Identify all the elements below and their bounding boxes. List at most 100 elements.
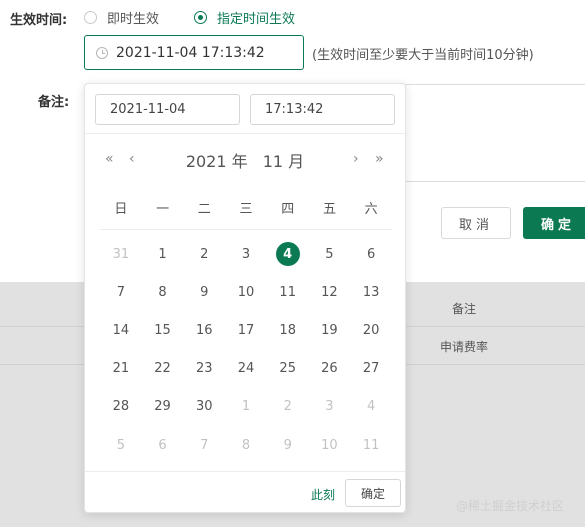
day-number: 10 xyxy=(237,284,255,300)
day-cell[interactable]: 8 xyxy=(225,426,267,464)
weekday-label: 五 xyxy=(322,202,336,217)
day-number: 9 xyxy=(283,437,292,453)
day-cell[interactable]: 1 xyxy=(142,235,184,273)
table-header-remark: 备注 xyxy=(451,302,476,316)
day-number: 5 xyxy=(116,437,125,453)
picker-year[interactable]: 2021 年 xyxy=(186,152,248,171)
weekday-label: 二 xyxy=(197,202,211,217)
picker-date-input[interactable]: 2021-11-04 xyxy=(95,94,240,125)
day-number: 9 xyxy=(200,284,209,300)
day-number: 11 xyxy=(362,437,380,453)
cancel-button[interactable]: 取消 xyxy=(441,207,511,239)
day-cell[interactable]: 21 xyxy=(100,350,142,388)
day-grid: 31 1 2 3 4 5 6 7 8 9 10 11 12 13 14 15 16 17 18 19 20 21 22 23 2… xyxy=(100,235,392,464)
day-cell[interactable]: 28 xyxy=(100,388,142,426)
watermark: @稀土掘金技术社区 xyxy=(456,499,565,513)
day-cell[interactable]: 2 xyxy=(183,235,225,273)
day-cell[interactable]: 22 xyxy=(142,350,184,388)
next-year-icon[interactable]: » xyxy=(375,151,384,167)
day-cell[interactable]: 1 xyxy=(225,388,267,426)
day-cell[interactable]: 29 xyxy=(142,388,184,426)
weekday-header: 日 一 二 三 四 五 六 xyxy=(100,198,392,217)
picker-title: 2021 年 11 月 xyxy=(165,148,325,172)
day-number: 15 xyxy=(154,322,171,338)
day-number: 13 xyxy=(362,284,380,300)
day-cell[interactable]: 7 xyxy=(100,273,142,311)
day-cell-selected[interactable]: 4 xyxy=(267,235,309,273)
day-cell[interactable]: 20 xyxy=(350,311,392,349)
radio-circle-icon xyxy=(84,11,97,24)
day-cell[interactable]: 15 xyxy=(142,311,184,349)
day-cell[interactable]: 30 xyxy=(183,388,225,426)
day-cell[interactable]: 11 xyxy=(267,273,309,311)
remark-label: 备注: xyxy=(38,95,70,110)
day-number: 28 xyxy=(112,399,130,415)
prev-month-icon[interactable]: ‹ xyxy=(129,151,135,167)
picker-time-input[interactable]: 17:13:42 xyxy=(250,94,395,125)
day-cell[interactable]: 5 xyxy=(309,235,351,273)
radio-checked-icon xyxy=(194,11,207,24)
day-cell[interactable]: 27 xyxy=(350,350,392,388)
day-cell[interactable]: 24 xyxy=(225,350,267,388)
next-month-icon[interactable]: › xyxy=(353,151,359,167)
day-cell[interactable]: 9 xyxy=(183,273,225,311)
radio-specified-time[interactable]: 指定时间生效 xyxy=(194,8,295,27)
day-cell[interactable]: 13 xyxy=(350,273,392,311)
weekday-label: 三 xyxy=(239,202,253,217)
datetime-value: 2021-11-04 17:13:42 xyxy=(116,44,265,61)
day-number: 2 xyxy=(283,399,292,415)
day-cell[interactable]: 7 xyxy=(183,426,225,464)
day-cell[interactable]: 10 xyxy=(309,426,351,464)
day-cell[interactable]: 11 xyxy=(350,426,392,464)
day-number: 30 xyxy=(196,399,213,415)
weekday-label: 日 xyxy=(114,202,128,217)
picker-confirm-button[interactable]: 确定 xyxy=(345,479,401,507)
day-number: 27 xyxy=(362,361,380,377)
effective-time-hint: (生效时间至少要大于当前时间10分钟) xyxy=(312,48,534,63)
day-number: 5 xyxy=(325,246,334,262)
day-cell[interactable]: 25 xyxy=(267,350,309,388)
weekday-label: 一 xyxy=(156,202,170,217)
weekday-label: 六 xyxy=(364,202,378,217)
day-number: 22 xyxy=(154,361,171,377)
day-cell[interactable]: 10 xyxy=(225,273,267,311)
weekday-label: 四 xyxy=(281,202,295,217)
picker-month[interactable]: 11 月 xyxy=(263,152,304,171)
day-cell[interactable]: 2 xyxy=(267,388,309,426)
day-cell[interactable]: 5 xyxy=(100,426,142,464)
radio-immediate[interactable]: 即时生效 xyxy=(84,8,159,27)
day-cell[interactable]: 17 xyxy=(225,311,267,349)
day-number: 26 xyxy=(321,361,338,377)
day-cell[interactable]: 14 xyxy=(100,311,142,349)
day-cell[interactable]: 9 xyxy=(267,426,309,464)
day-number: 14 xyxy=(112,322,130,338)
day-number: 1 xyxy=(241,399,251,415)
day-cell[interactable]: 19 xyxy=(309,311,351,349)
day-cell[interactable]: 4 xyxy=(350,388,392,426)
day-cell[interactable]: 3 xyxy=(225,235,267,273)
day-cell[interactable]: 12 xyxy=(309,273,351,311)
confirm-button[interactable]: 确定 xyxy=(523,207,585,239)
day-number: 12 xyxy=(321,284,338,300)
prev-year-icon[interactable]: « xyxy=(105,151,114,167)
day-cell[interactable]: 6 xyxy=(142,426,184,464)
day-number: 8 xyxy=(158,284,167,300)
day-number: 7 xyxy=(116,284,125,300)
day-cell[interactable]: 8 xyxy=(142,273,184,311)
day-cell[interactable]: 23 xyxy=(183,350,225,388)
day-number: 19 xyxy=(321,322,338,338)
day-cell[interactable]: 31 xyxy=(100,235,142,273)
day-cell[interactable]: 26 xyxy=(309,350,351,388)
day-number: 23 xyxy=(196,361,213,377)
day-number: 18 xyxy=(279,322,296,338)
day-number: 1 xyxy=(158,246,167,262)
remark-textarea[interactable] xyxy=(404,84,585,182)
day-cell[interactable]: 3 xyxy=(309,388,351,426)
day-cell[interactable]: 16 xyxy=(183,311,225,349)
day-cell[interactable]: 18 xyxy=(267,311,309,349)
datetime-input[interactable]: 2021-11-04 17:13:42 xyxy=(84,35,304,70)
day-number: 6 xyxy=(367,246,376,262)
now-link[interactable]: 此刻 xyxy=(311,486,335,503)
divider xyxy=(85,133,405,134)
day-cell[interactable]: 6 xyxy=(350,235,392,273)
